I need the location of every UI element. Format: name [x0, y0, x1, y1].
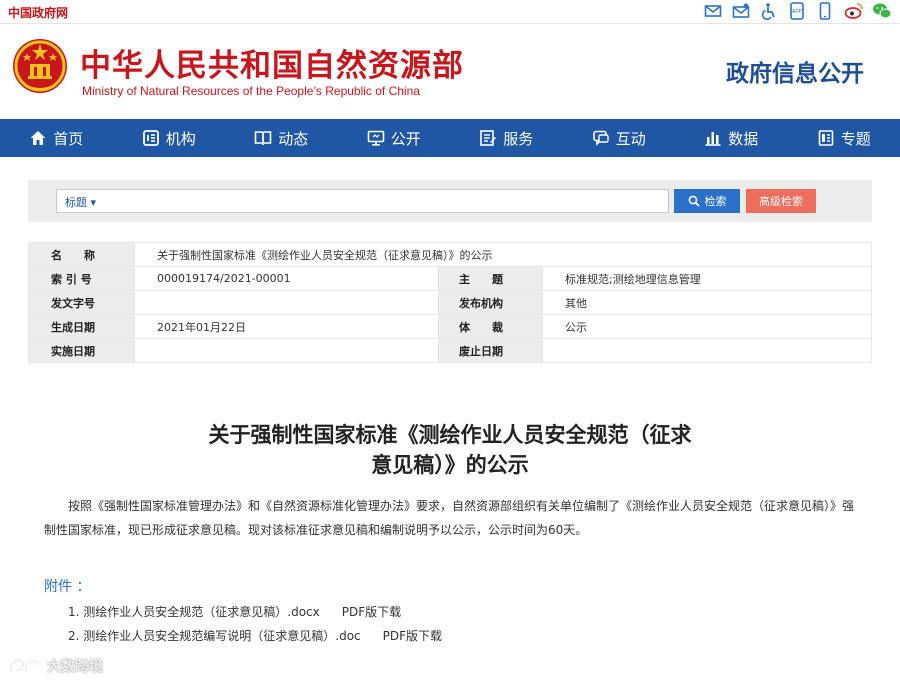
pdf-download-link[interactable]: PDF版下载: [342, 600, 401, 624]
site-header: 中华人民共和国自然资源部 Ministry of Natural Resourc…: [0, 24, 900, 119]
expire-date-value: [542, 338, 872, 363]
genre-label: 体 裁: [438, 314, 543, 339]
mail-open-icon[interactable]: [732, 2, 750, 20]
index-label: 索 引 号: [28, 266, 135, 291]
attachment-file-link[interactable]: 1. 测绘作业人员安全规范（征求意见稿）.docx: [68, 600, 320, 624]
watermark-text: 大数跨境: [47, 659, 103, 675]
document-metadata-table: 名 称 关于强制性国家标准《测绘作业人员安全规范（征求意见稿）》的公示 索 引 …: [28, 242, 872, 363]
search-icon: [688, 195, 700, 207]
mail-icon[interactable]: [704, 2, 722, 20]
nav-item-label: 公开: [390, 129, 421, 148]
index-value: 000019174/2021-00001: [134, 266, 439, 291]
date-value: 2021年01月22日: [134, 314, 439, 339]
monitor-icon: [367, 130, 385, 146]
mobile-icon[interactable]: [816, 2, 834, 20]
table-row: 名 称 关于强制性国家标准《测绘作业人员安全规范（征求意见稿）》的公示: [28, 242, 872, 267]
name-value: 关于强制性国家标准《测绘作业人员安全规范（征求意见稿）》的公示: [134, 242, 872, 267]
accessibility-icon[interactable]: [760, 2, 778, 20]
top-bar: 中国政府网 APP: [0, 0, 900, 24]
doc-number-value: [134, 290, 439, 315]
home-icon: [30, 131, 46, 145]
pdf-download-link[interactable]: PDF版下载: [383, 624, 442, 648]
effective-date-label: 实施日期: [28, 338, 135, 363]
nav-item-public[interactable]: 公开: [338, 119, 451, 157]
search-input[interactable]: [117, 192, 657, 210]
topic-icon: [818, 130, 834, 146]
nav-item-home[interactable]: 首页: [0, 119, 113, 157]
list-item: 2. 测绘作业人员安全规范编写说明（征求意见稿）.doc PDF版下载: [68, 624, 442, 648]
table-row: 实施日期 废止日期: [28, 338, 872, 363]
nav-item-interaction[interactable]: 互动: [563, 119, 676, 157]
nav-item-organization[interactable]: 机构: [113, 119, 226, 157]
nav-item-service[interactable]: 服务: [450, 119, 563, 157]
nav-item-label: 机构: [165, 129, 196, 148]
publisher-value: 其他: [542, 290, 872, 315]
nav-item-topics[interactable]: 专题: [788, 119, 900, 157]
search-panel: 标题 ▾ 检索 高级检索: [28, 180, 872, 222]
advanced-search-label: 高级检索: [759, 195, 803, 208]
nav-item-label: 服务: [503, 129, 534, 148]
nav-item-label: 互动: [615, 129, 646, 148]
effective-date-value: [134, 338, 439, 363]
date-label: 生成日期: [28, 314, 135, 339]
svg-text:APP: APP: [792, 9, 803, 15]
list-item: 1. 测绘作业人员安全规范（征求意见稿）.docx PDF版下载: [68, 600, 442, 624]
search-field-select[interactable]: 标题 ▾: [65, 194, 96, 210]
national-emblem-logo[interactable]: [10, 36, 70, 98]
ministry-subtitle: Ministry of Natural Resources of the Peo…: [82, 84, 420, 98]
article-body: 按照《强制性国家标准管理办法》和《自然资源标准化管理办法》要求，自然资源部组织有…: [44, 499, 855, 537]
doc-number-label: 发文字号: [28, 290, 135, 315]
attachment-file-link[interactable]: 2. 测绘作业人员安全规范编写说明（征求意见稿）.doc: [68, 624, 361, 648]
subject-value: 标准规范;测绘地理信息管理: [542, 266, 872, 291]
top-icon-group: APP: [704, 2, 892, 20]
nav-item-news[interactable]: 动态: [225, 119, 338, 157]
advanced-search-button[interactable]: 高级检索: [746, 189, 816, 213]
nav-item-label: 数据: [728, 129, 759, 148]
table-row: 索 引 号 000019174/2021-00001 主 题 标准规范;测绘地理…: [28, 266, 872, 291]
nav-item-label: 动态: [278, 129, 309, 148]
nav-item-data[interactable]: 数据: [675, 119, 788, 157]
expire-date-label: 废止日期: [438, 338, 543, 363]
app-icon[interactable]: APP: [788, 2, 806, 20]
weibo-icon[interactable]: [844, 2, 863, 20]
attachments-label: 附件 ：: [44, 579, 91, 595]
bar-chart-icon: [705, 132, 721, 146]
attachment-list: 1. 测绘作业人员安全规范（征求意见稿）.docx PDF版下载 2. 测绘作业…: [68, 600, 442, 648]
watermark: 大数跨境: [8, 656, 103, 676]
wechat-icon[interactable]: [872, 2, 892, 20]
table-row: 生成日期 2021年01月22日 体 裁 公示: [28, 314, 872, 339]
search-button[interactable]: 检索: [674, 189, 740, 213]
search-button-label: 检索: [704, 195, 727, 208]
table-row: 发文字号 发布机构 其他: [28, 290, 872, 315]
nav-item-label: 专题: [840, 129, 871, 148]
gov-portal-link[interactable]: 中国政府网: [8, 4, 68, 21]
gov-info-title[interactable]: 政府信息公开: [726, 54, 864, 88]
article-title-line-1: 关于强制性国家标准《测绘作业人员安全规范（征求: [208, 423, 692, 447]
chat-icon: [592, 130, 609, 146]
article-title: 关于强制性国家标准《测绘作业人员安全规范（征求 意见稿）》的公示: [150, 420, 750, 480]
subject-label: 主 题: [438, 266, 543, 291]
genre-value: 公示: [542, 314, 872, 339]
article-title-line-2: 意见稿）》的公示: [371, 453, 529, 477]
main-nav: 首页 机构 动态 公开 服务 互动 数据 专题: [0, 119, 900, 157]
ministry-title: 中华人民共和国自然资源部: [80, 48, 464, 84]
document-edit-icon: [480, 130, 497, 146]
watermark-logo-icon: [9, 658, 39, 673]
search-box: 标题 ▾: [56, 189, 669, 213]
name-label: 名 称: [28, 242, 135, 267]
organization-icon: [142, 130, 159, 146]
publisher-label: 发布机构: [438, 290, 543, 315]
book-icon: [254, 131, 272, 146]
nav-item-label: 首页: [53, 129, 84, 148]
